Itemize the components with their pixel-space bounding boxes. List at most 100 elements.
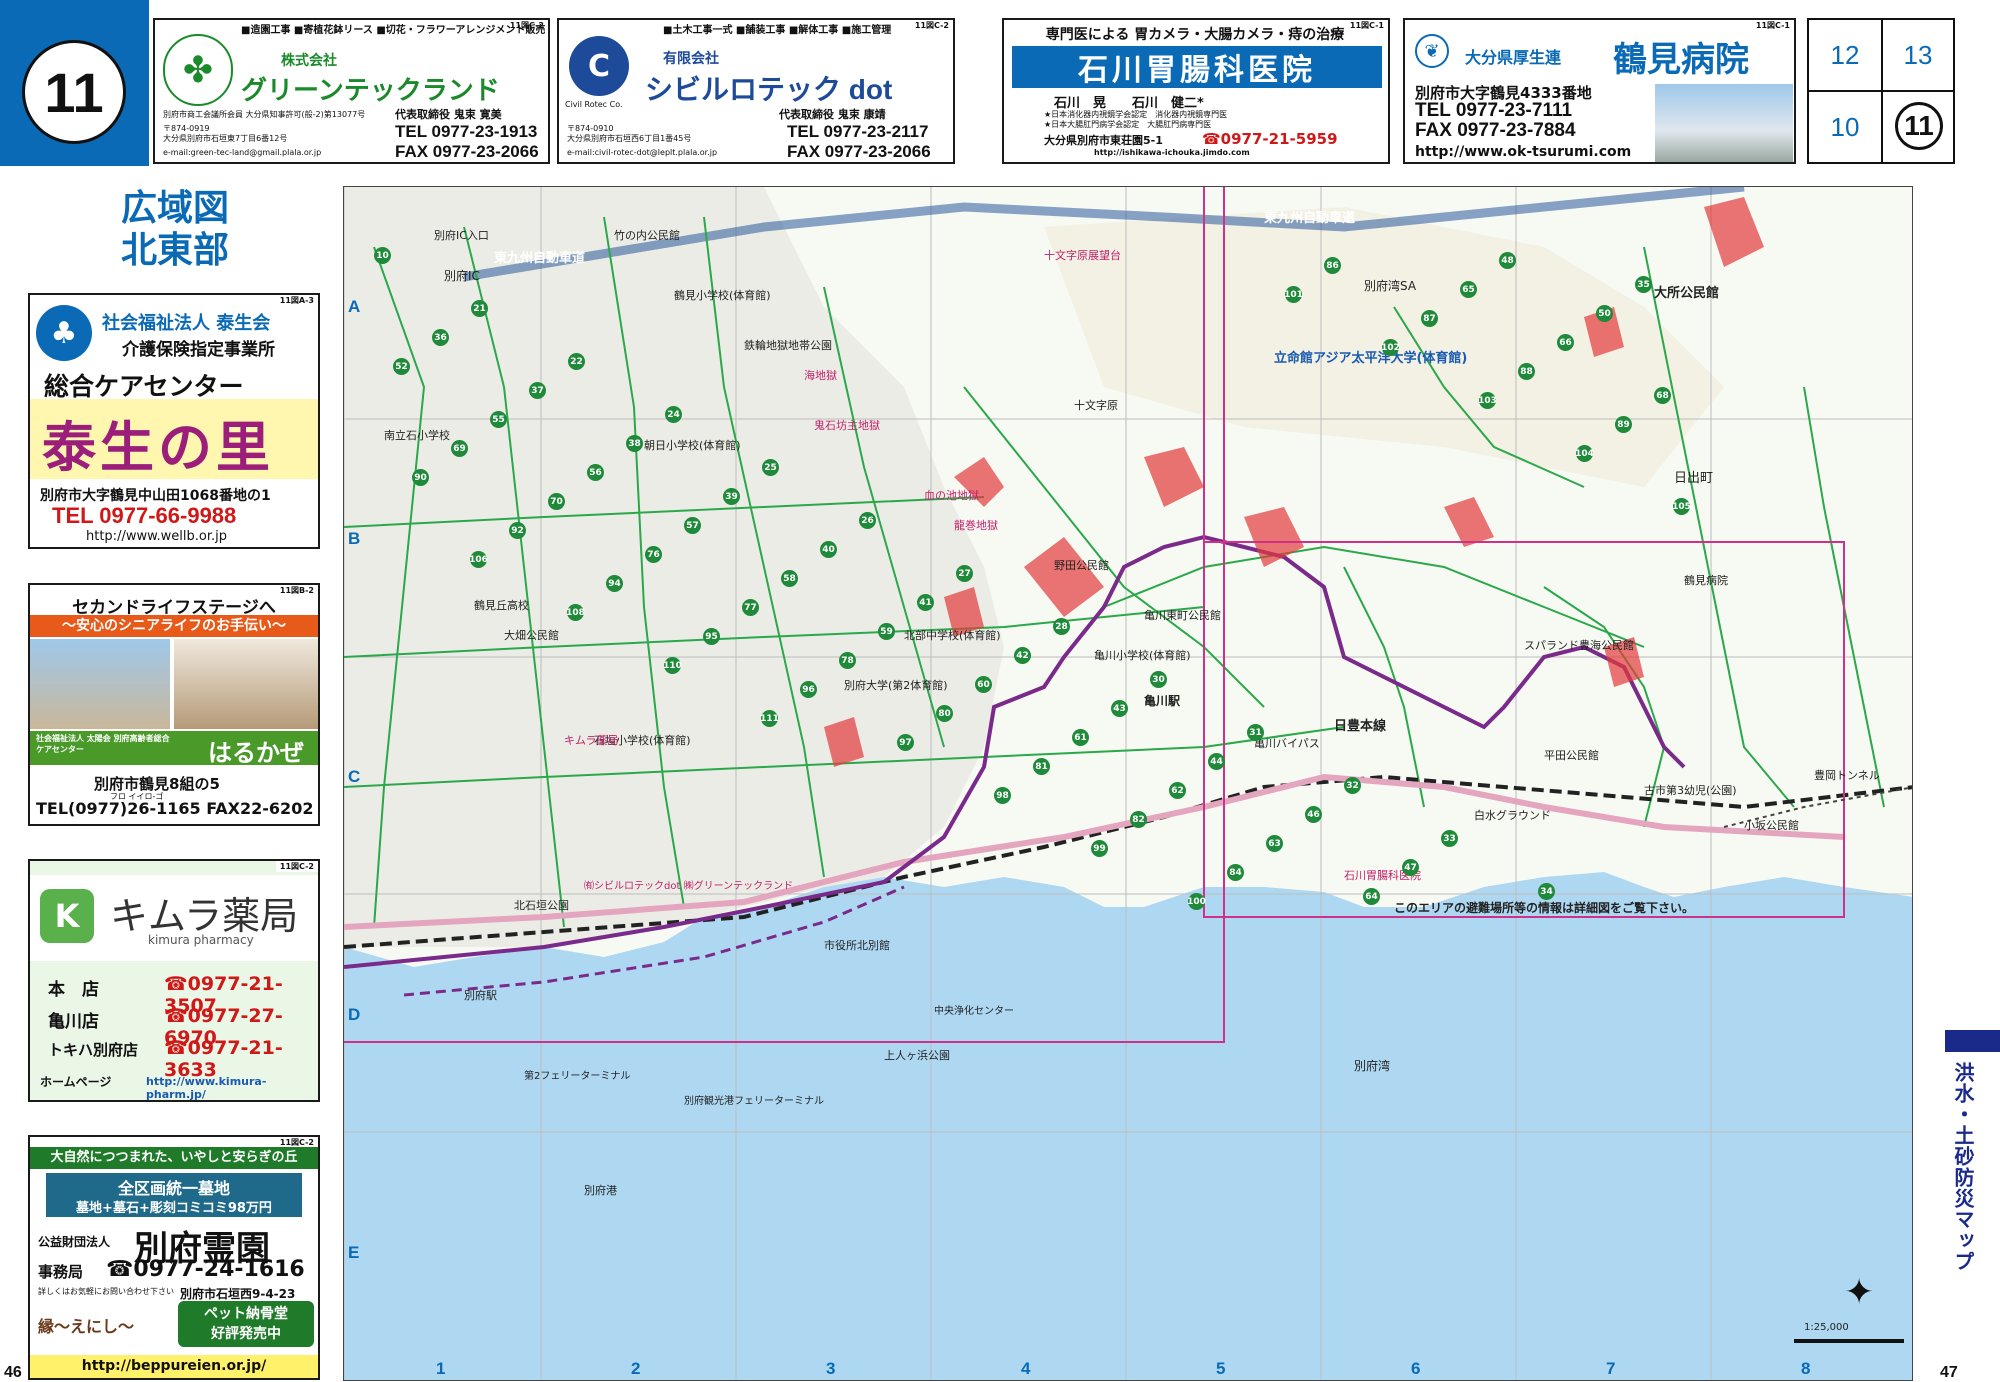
url[interactable]: http://ishikawa-ichouka.jimdo.com bbox=[1094, 148, 1250, 158]
evacuation-point-80[interactable]: 80 bbox=[936, 705, 953, 722]
grid-col-7: 7 bbox=[1606, 1359, 1616, 1378]
evacuation-point-64[interactable]: 64 bbox=[1363, 888, 1380, 905]
evacuation-point-28[interactable]: 28 bbox=[1053, 618, 1070, 635]
ad-ishikawa-clinic: 11図C-1 専門医による 胃カメラ・大腸カメラ・痔の治療 石川胃腸科医院 石川… bbox=[1002, 18, 1390, 164]
evacuation-point-25[interactable]: 25 bbox=[762, 459, 779, 476]
evacuation-point-92[interactable]: 92 bbox=[509, 522, 526, 539]
evacuation-point-82[interactable]: 82 bbox=[1130, 811, 1147, 828]
evacuation-point-98[interactable]: 98 bbox=[994, 787, 1011, 804]
evacuation-point-26[interactable]: 26 bbox=[859, 512, 876, 529]
index-cell-13[interactable]: 13 bbox=[1883, 20, 1953, 90]
evacuation-point-101[interactable]: 101 bbox=[1284, 286, 1303, 303]
tel[interactable]: TEL 0977-23-7111 bbox=[1415, 100, 1572, 122]
evacuation-point-10[interactable]: 10 bbox=[374, 247, 391, 264]
evacuation-point-76[interactable]: 76 bbox=[645, 546, 662, 563]
evacuation-point-100[interactable]: 100 bbox=[1187, 893, 1206, 910]
evacuation-point-105[interactable]: 105 bbox=[1672, 498, 1691, 515]
evacuation-point-22[interactable]: 22 bbox=[568, 353, 585, 370]
evacuation-point-70[interactable]: 70 bbox=[548, 493, 565, 510]
evacuation-point-41[interactable]: 41 bbox=[917, 594, 934, 611]
tel[interactable]: TEL 0977-66-9988 bbox=[52, 503, 236, 529]
evacuation-point-77[interactable]: 77 bbox=[742, 599, 759, 616]
url[interactable]: http://www.wellb.or.jp bbox=[86, 529, 227, 544]
promo: 好評発売中 bbox=[211, 1326, 281, 1342]
evacuation-point-58[interactable]: 58 bbox=[781, 570, 798, 587]
evacuation-point-27[interactable]: 27 bbox=[956, 565, 973, 582]
evacuation-point-81[interactable]: 81 bbox=[1033, 758, 1050, 775]
evacuation-point-89[interactable]: 89 bbox=[1615, 416, 1632, 433]
evacuation-point-60[interactable]: 60 bbox=[975, 676, 992, 693]
evacuation-point-39[interactable]: 39 bbox=[723, 488, 740, 505]
evacuation-point-99[interactable]: 99 bbox=[1091, 840, 1108, 857]
evacuation-point-62[interactable]: 62 bbox=[1169, 782, 1186, 799]
evacuation-point-69[interactable]: 69 bbox=[451, 440, 468, 457]
evacuation-point-30[interactable]: 30 bbox=[1150, 671, 1167, 688]
evacuation-point-24[interactable]: 24 bbox=[665, 406, 682, 423]
evacuation-point-63[interactable]: 63 bbox=[1266, 835, 1283, 852]
evacuation-point-48[interactable]: 48 bbox=[1499, 252, 1516, 269]
evacuation-point-84[interactable]: 84 bbox=[1227, 864, 1244, 881]
map-label-jijikan: 市役所北別館 bbox=[824, 939, 890, 952]
evacuation-point-111[interactable]: 111 bbox=[760, 710, 779, 727]
tel[interactable]: TEL 0977-23-2117 bbox=[787, 122, 928, 142]
evacuation-point-94[interactable]: 94 bbox=[606, 575, 623, 592]
evacuation-point-90[interactable]: 90 bbox=[412, 469, 429, 486]
evacuation-point-31[interactable]: 31 bbox=[1247, 724, 1264, 741]
url[interactable]: http://beppureien.or.jp/ bbox=[30, 1355, 318, 1378]
hazard-map[interactable]: A B C D E 1 2 3 4 5 6 7 8 東九州自動車道 東九州自動車道… bbox=[343, 186, 1913, 1381]
evacuation-point-102[interactable]: 102 bbox=[1381, 339, 1400, 356]
evacuation-point-66[interactable]: 66 bbox=[1557, 334, 1574, 351]
ad-ref: 11図A-3 bbox=[275, 295, 318, 306]
evacuation-point-106[interactable]: 106 bbox=[469, 551, 488, 568]
evacuation-point-33[interactable]: 33 bbox=[1441, 830, 1458, 847]
evacuation-point-55[interactable]: 55 bbox=[490, 411, 507, 428]
evacuation-point-78[interactable]: 78 bbox=[839, 652, 856, 669]
evacuation-point-95[interactable]: 95 bbox=[703, 628, 720, 645]
side-tab-text: 洪水・土砂防災マップ bbox=[1951, 1062, 1975, 1272]
evacuation-point-68[interactable]: 68 bbox=[1654, 387, 1671, 404]
evacuation-point-38[interactable]: 38 bbox=[626, 435, 643, 452]
evacuation-point-88[interactable]: 88 bbox=[1518, 363, 1535, 380]
evacuation-point-103[interactable]: 103 bbox=[1478, 392, 1497, 409]
url[interactable]: http://www.ok-tsurumi.com bbox=[1415, 144, 1631, 160]
evacuation-point-37[interactable]: 37 bbox=[529, 382, 546, 399]
evacuation-point-57[interactable]: 57 bbox=[684, 517, 701, 534]
evacuation-point-42[interactable]: 42 bbox=[1014, 647, 1031, 664]
evacuation-point-46[interactable]: 46 bbox=[1305, 806, 1322, 823]
evacuation-point-47[interactable]: 47 bbox=[1402, 859, 1419, 876]
evacuation-point-110[interactable]: 110 bbox=[663, 657, 682, 674]
email[interactable]: e-mail:green-tec-land@gmail.plala.or.jp bbox=[163, 148, 321, 158]
evacuation-point-86[interactable]: 86 bbox=[1324, 257, 1341, 274]
evacuation-point-87[interactable]: 87 bbox=[1421, 310, 1438, 327]
tel[interactable]: TEL 0977-23-1913 bbox=[395, 122, 537, 142]
homepage-url[interactable]: http://www.kimura-pharm.jp/ bbox=[146, 1075, 318, 1100]
evacuation-point-97[interactable]: 97 bbox=[897, 734, 914, 751]
evacuation-point-50[interactable]: 50 bbox=[1596, 305, 1613, 322]
index-cell-12[interactable]: 12 bbox=[1809, 20, 1881, 90]
evacuation-point-34[interactable]: 34 bbox=[1538, 883, 1555, 900]
evacuation-point-96[interactable]: 96 bbox=[800, 681, 817, 698]
evacuation-point-40[interactable]: 40 bbox=[820, 541, 837, 558]
detail: 詳しくはお気軽にお問い合わせ下さい bbox=[38, 1287, 174, 1296]
index-cell-10[interactable]: 10 bbox=[1809, 92, 1881, 162]
evacuation-point-104[interactable]: 104 bbox=[1575, 445, 1594, 462]
evacuation-point-52[interactable]: 52 bbox=[393, 358, 410, 375]
evacuation-point-61[interactable]: 61 bbox=[1072, 729, 1089, 746]
tel[interactable]: TEL(0977)26-1165 FAX22-6202 bbox=[36, 799, 313, 818]
evacuation-point-21[interactable]: 21 bbox=[471, 300, 488, 317]
tel[interactable]: ☎0977-24-1616 bbox=[106, 1257, 305, 1282]
evacuation-point-35[interactable]: 35 bbox=[1635, 276, 1652, 293]
evacuation-point-59[interactable]: 59 bbox=[878, 623, 895, 640]
grid-col-8: 8 bbox=[1801, 1359, 1811, 1378]
evacuation-point-32[interactable]: 32 bbox=[1344, 777, 1361, 794]
evacuation-point-56[interactable]: 56 bbox=[587, 464, 604, 481]
evacuation-point-44[interactable]: 44 bbox=[1208, 753, 1225, 770]
evacuation-point-65[interactable]: 65 bbox=[1460, 281, 1477, 298]
map-label-beppu_univ: 別府大学(第2体育館) bbox=[844, 679, 948, 692]
email[interactable]: e-mail:civil-rotec-dot@leplt.plala.or.jp bbox=[567, 148, 717, 158]
map-label-expressway2: 東九州自動車道 bbox=[1264, 211, 1356, 226]
evacuation-point-43[interactable]: 43 bbox=[1111, 700, 1128, 717]
tel[interactable]: ☎0977-21-5959 bbox=[1202, 130, 1338, 148]
evacuation-point-36[interactable]: 36 bbox=[432, 329, 449, 346]
evacuation-point-108[interactable]: 108 bbox=[566, 604, 585, 621]
